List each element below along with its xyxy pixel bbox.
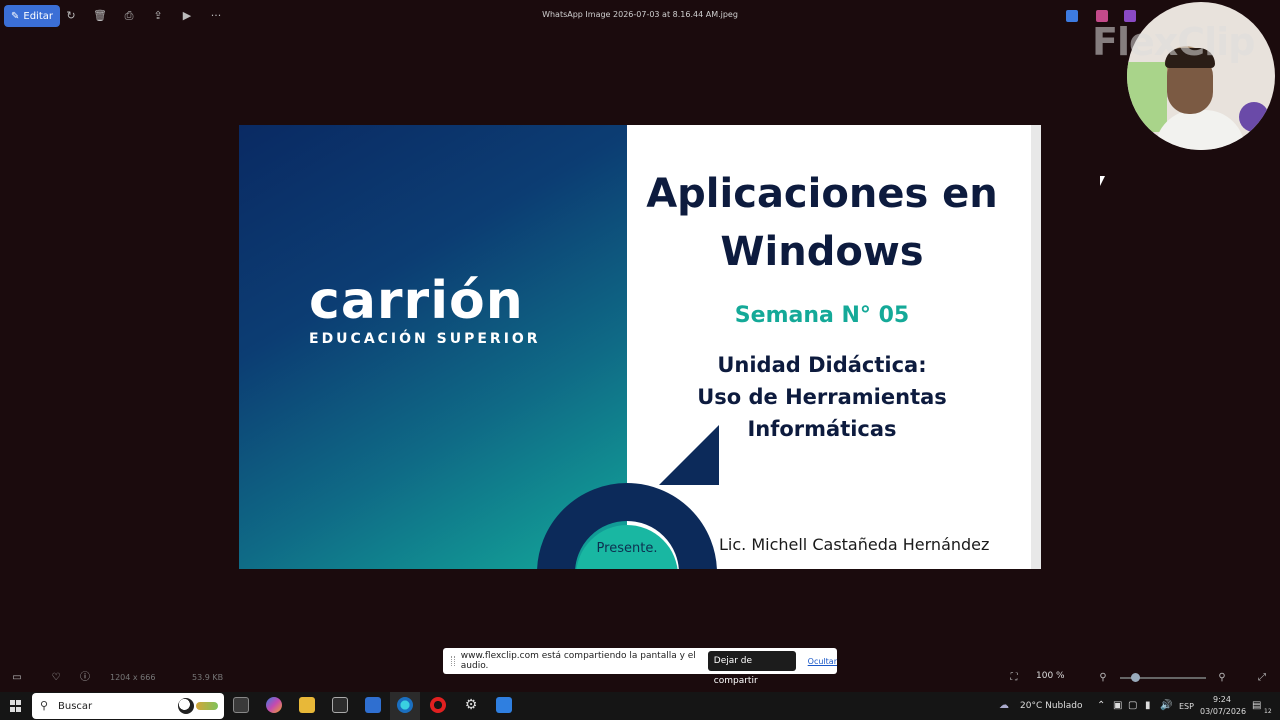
zoom-slider-handle[interactable] (1131, 673, 1140, 682)
slide-image: carrión EDUCACIÓN SUPERIOR Aplicaciones … (239, 125, 1041, 569)
brand-name: carrión (309, 271, 524, 331)
zoom-in-icon[interactable]: ⚲ (1216, 672, 1228, 684)
windows-logo-icon (10, 700, 15, 705)
slide-unit-line1: Unidad Didáctica: (717, 353, 927, 377)
filmstrip-icon[interactable]: ▭ (11, 672, 23, 684)
battery-icon[interactable]: ▮ (1145, 700, 1151, 711)
fullscreen-icon[interactable]: ⤢ (1256, 672, 1268, 684)
outlook-icon[interactable] (365, 697, 381, 713)
slide-edge (1031, 125, 1041, 569)
slide-title-line1: Aplicaciones en (646, 171, 998, 217)
zoom-level[interactable]: 100 % (1036, 671, 1065, 681)
cam-person-shirt (1155, 110, 1245, 150)
viewer-toolbar: ✎ Editar ↻ 🗑 ⎙ ⇪ ▶ ··· WhatsApp Image 20… (0, 0, 1280, 32)
file-size: 53.9 KB (192, 673, 224, 682)
settings-icon[interactable]: ⚙ (463, 697, 479, 713)
weather-icon[interactable]: ☁ (999, 700, 1009, 711)
slide-week: Semana N° 05 (734, 303, 910, 328)
chevron-up-icon[interactable]: ⌃ (1097, 700, 1105, 711)
favorite-icon[interactable]: ♡ (50, 672, 62, 684)
search-label: Buscar (58, 701, 93, 712)
slide-title-line2: Windows (720, 229, 924, 275)
start-button[interactable] (10, 700, 22, 712)
drag-handle-icon[interactable] (451, 656, 455, 666)
cam-background (1127, 62, 1167, 132)
task-view-icon[interactable] (233, 697, 249, 713)
file-explorer-icon[interactable] (299, 697, 315, 713)
share-message: www.flexclip.com está compartiendo la pa… (460, 651, 696, 671)
screen: ✎ Editar ↻ 🗑 ⎙ ⇪ ▶ ··· WhatsApp Image 20… (0, 0, 1280, 720)
windows-logo-icon (16, 706, 21, 712)
hide-banner-link[interactable]: Ocultar (808, 657, 837, 666)
store-icon[interactable] (332, 697, 348, 713)
edge-icon[interactable] (397, 697, 413, 713)
clock-date[interactable]: 03/07/2026 (1200, 707, 1246, 716)
notifications-icon[interactable]: ▤ (1252, 700, 1261, 711)
presente-label: Presente. (596, 541, 658, 556)
screen-share-banner: www.flexclip.com está compartiendo la pa… (443, 648, 837, 686)
zoom-out-icon[interactable]: ⚲ (1097, 672, 1109, 684)
clock-time[interactable]: 9:24 (1213, 695, 1231, 704)
fit-icon[interactable]: ⛶ (1008, 672, 1020, 684)
image-dimensions: 1204 x 666 (110, 673, 156, 682)
windows-logo-icon (16, 700, 21, 705)
slide-unit-line2: Uso de Herramientas (697, 385, 947, 409)
opera-icon[interactable] (430, 697, 446, 713)
tray-app-icon[interactable]: ▣ (1113, 700, 1122, 711)
carrion-logo: carrión EDUCACIÓN SUPERIOR (309, 273, 569, 347)
tray-app-icon[interactable]: ▢ (1128, 700, 1137, 711)
file-title: WhatsApp Image 2026-07-03 at 8.16.44 AM.… (542, 10, 738, 19)
photos-icon[interactable] (496, 697, 512, 713)
info-icon[interactable]: ⓘ (79, 672, 91, 684)
language-indicator[interactable]: ESP (1179, 702, 1194, 711)
taskbar-search[interactable]: ⚲ Buscar (32, 693, 224, 719)
taskbar: ⚲ Buscar ⚙ ☁ 20°C Nublado ⌃ ▣ ▢ ▮ 🔊 ESP … (0, 692, 1280, 720)
soccer-ball-icon (178, 698, 194, 714)
notifications-count: 12 (1264, 708, 1272, 715)
search-icon: ⚲ (40, 699, 49, 712)
stop-sharing-button[interactable]: Dejar de compartir (707, 651, 796, 686)
cam-object (1239, 102, 1269, 132)
flexclip-watermark: FlexClip (1092, 20, 1255, 64)
slide-title: Aplicaciones en Windows (639, 165, 1005, 281)
volume-icon[interactable]: 🔊 (1160, 700, 1172, 711)
app-icon[interactable] (1066, 10, 1078, 22)
mouse-cursor-icon (1100, 176, 1105, 186)
search-highlight-icon (196, 702, 218, 710)
copilot-icon[interactable] (266, 697, 282, 713)
weather-text[interactable]: 20°C Nublado (1020, 701, 1082, 711)
slide-author: Lic. Michell Castañeda Hernández (719, 535, 990, 554)
brand-subtitle: EDUCACIÓN SUPERIOR (309, 331, 541, 347)
decor-triangle (659, 425, 719, 485)
windows-logo-icon (10, 706, 15, 712)
slide-left-panel (239, 125, 627, 569)
